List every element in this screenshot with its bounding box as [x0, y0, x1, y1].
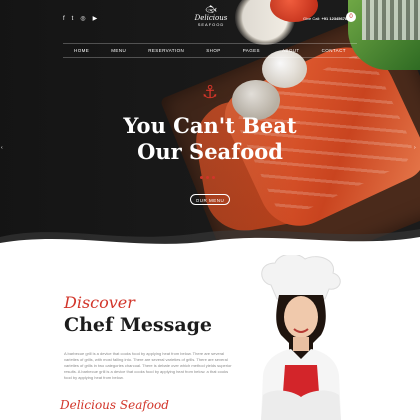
- hero-headline: You Can't Beat Our Seafood: [60, 113, 360, 165]
- dot: [212, 176, 215, 179]
- site-logo[interactable]: 🐟︎ Delicious SEAFOOD: [192, 4, 230, 27]
- headline-line-2: Our Seafood: [137, 139, 283, 164]
- headline-line-1: You Can't Beat: [123, 113, 297, 138]
- section-paragraph: A barbecue grill is a device that cooks …: [64, 351, 232, 380]
- chef-image: [261, 255, 341, 420]
- dot: [206, 176, 209, 179]
- cart-count: 0: [349, 14, 353, 20]
- logo-script: Delicious: [194, 14, 228, 22]
- nav-reservation[interactable]: RESERVATION: [148, 48, 184, 53]
- fish-logo-icon: 🐟︎: [205, 4, 217, 14]
- nav-contact[interactable]: CONTACT: [322, 48, 346, 53]
- cart-icon[interactable]: 0: [346, 12, 356, 22]
- seafood-emblem-icon: ⚓︎: [201, 82, 219, 102]
- social-links: f t ◎ ▶: [63, 16, 97, 22]
- call-label: Give Call:: [303, 16, 321, 21]
- section-script-title: Discover: [64, 293, 135, 312]
- call-us[interactable]: Give Call: +91 123456789: [303, 16, 349, 22]
- slider-next-icon[interactable]: ›: [414, 145, 416, 151]
- youtube-icon[interactable]: ▶: [93, 16, 98, 22]
- hero-dots-decoration: [200, 176, 215, 179]
- facebook-icon[interactable]: f: [63, 16, 65, 22]
- hero-wave-divider: [0, 229, 420, 255]
- logo-subtitle: SEAFOOD: [197, 22, 225, 27]
- nav-shop[interactable]: SHOP: [206, 48, 220, 53]
- section-title: Chef Message: [64, 314, 213, 336]
- twitter-icon[interactable]: t: [72, 16, 74, 22]
- nav-pages[interactable]: PAGES: [243, 48, 260, 53]
- nav-divider: [63, 57, 357, 58]
- dot: [200, 176, 203, 179]
- main-nav: HOME MENU RESERVATION SHOP PAGES ABOUT C…: [63, 44, 357, 57]
- our-menu-button[interactable]: OUR MENU: [190, 194, 230, 205]
- instagram-icon[interactable]: ◎: [80, 16, 85, 22]
- slider-prev-icon[interactable]: ‹: [1, 145, 3, 151]
- chef-signature: Delicious Seafood: [60, 398, 169, 412]
- nav-home[interactable]: HOME: [74, 48, 89, 53]
- nav-menu[interactable]: MENU: [111, 48, 126, 53]
- nav-about[interactable]: ABOUT: [282, 48, 300, 53]
